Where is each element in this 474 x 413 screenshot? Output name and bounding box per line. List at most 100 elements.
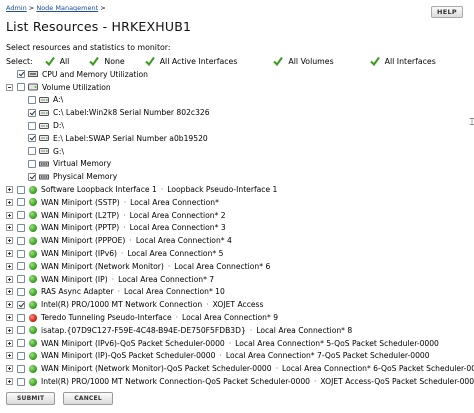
expand-toggle[interactable] [6,186,13,194]
interface-checkbox[interactable] [17,198,25,207]
green-check-icon [44,56,55,66]
green-check-icon [369,56,380,66]
interface-separator: · [249,325,253,335]
interface-checkbox[interactable] [17,351,25,360]
interface-row: WAN Miniport (SSTP) · Local Area Connectio… [6,196,472,209]
interface-row: WAN Miniport (IPv6) · Local Area Connectio… [6,247,472,260]
status-up-icon [29,339,37,348]
breadcrumb-admin-link[interactable]: Admin [6,4,27,12]
select-option-label: All Active Interfaces [159,56,238,66]
interface-detail: Local Area Connection* 8 [256,325,353,335]
expand-toggle[interactable] [6,314,13,322]
interface-detail: Local Area Connection* 7 [118,274,215,284]
collapse-toggle[interactable] [6,83,13,91]
cpu-checkbox[interactable] [17,70,25,79]
interface-separator: · [160,185,164,195]
expand-toggle[interactable] [6,224,13,232]
volume-item-checkbox[interactable] [28,95,36,104]
expand-toggle[interactable] [6,250,13,258]
memory-icon [39,161,49,167]
interface-detail: Local Area Connection* 6-QoS Packet Sche… [282,364,474,374]
interface-detail: Local Area Connection* 9 [182,313,279,323]
tree-row-cpu: CPU and Memory Utilization [6,68,472,81]
volume-item-checkbox[interactable] [28,172,36,181]
interface-checkbox[interactable] [17,313,25,322]
interface-detail: Local Area Connection* 7-QoS Packet Sche… [225,351,430,361]
interface-name: WAN Miniport (IPv6)-QoS Packet Scheduler… [41,338,225,348]
volume-item-label: G:\ [53,146,65,156]
expand-toggle[interactable] [6,339,13,347]
form-buttons: SUBMIT CANCEL [6,392,121,405]
select-all-interfaces-link[interactable]: All Interfaces [369,56,436,66]
interface-detail: Local Area Connection* 2 [129,210,226,220]
select-all-active-interfaces-link[interactable]: All Active Interfaces [144,56,238,66]
expand-toggle[interactable] [6,365,13,373]
interface-row: Software Loopback Interface 1 · Loopback P… [6,183,472,196]
interface-name: WAN Miniport (PPPOE) [41,236,126,246]
volume-item-checkbox[interactable] [28,121,36,130]
interface-row: WAN Miniport (IPv6)-QoS Packet Scheduler… [6,337,472,350]
interface-checkbox[interactable] [17,275,25,284]
interface-row: Teredo Tunneling Pseudo-Interface · Local … [6,311,472,324]
volume-item-label: E:\ Label:SWAP Serial Number a0b19520 [53,133,208,143]
submit-button[interactable]: SUBMIT [6,392,56,405]
cancel-button[interactable]: CANCEL [63,392,113,405]
expand-toggle[interactable] [6,211,13,219]
volume-row: A:\ [6,94,472,107]
expand-toggle[interactable] [6,262,13,270]
interface-separator: · [313,377,317,387]
breadcrumb-node-management-link[interactable]: Node Management [36,4,98,12]
volume-item-label: Virtual Memory [53,159,112,169]
breadcrumb-separator: > [28,4,35,12]
expand-toggle[interactable] [6,378,13,386]
drive-icon [39,135,49,142]
expand-toggle[interactable] [6,275,13,283]
interface-detail: Local Area Connection* 4 [135,236,232,246]
interface-checkbox[interactable] [17,211,25,220]
volume-checkbox[interactable] [17,83,25,92]
status-up-icon [29,249,37,258]
interface-checkbox[interactable] [17,262,25,271]
interface-checkbox[interactable] [17,236,25,245]
volume-row: Virtual Memory [6,158,472,171]
volume-item-checkbox[interactable] [28,134,36,143]
interface-checkbox[interactable] [17,339,25,348]
resource-tree: CPU and Memory Utilization Volume Utiliz… [6,68,474,388]
interface-checkbox[interactable] [17,326,25,335]
expand-toggle[interactable] [6,198,13,206]
expand-toggle[interactable] [6,352,13,360]
tree-row-volume: Volume Utilization [6,81,472,94]
select-label: Select: [6,56,33,66]
volume-row: G:\ [6,145,472,158]
interface-detail: Local Area Connection* 5 [127,249,224,259]
expand-toggle[interactable] [6,326,13,334]
interface-checkbox[interactable] [17,249,25,258]
interface-checkbox[interactable] [17,185,25,194]
interface-checkbox[interactable] [17,287,25,296]
select-all-volumes-link[interactable]: All Volumes [273,56,334,66]
select-none-link[interactable]: None [89,56,125,66]
interface-detail: Loopback Pseudo-Interface 1 [167,185,278,195]
interface-checkbox[interactable] [17,223,25,232]
interface-checkbox[interactable] [17,300,25,309]
interface-separator: · [123,197,127,207]
interface-name: WAN Miniport (L2TP) [41,210,120,220]
green-check-icon [89,56,100,66]
status-up-icon [29,275,37,284]
volume-label: Volume Utilization [42,82,111,92]
volume-item-checkbox[interactable] [28,108,36,117]
status-up-icon [29,223,37,232]
expand-toggle[interactable] [6,288,13,296]
status-up-icon [29,300,37,309]
help-button[interactable]: HELP [431,6,463,18]
select-all-link[interactable]: All [44,56,69,66]
interface-name: isatap.{07D9C127-F59E-4C48-B94E-DE750F5F… [41,325,246,335]
volume-item-checkbox[interactable] [28,147,36,156]
interface-checkbox[interactable] [17,364,25,373]
expand-toggle[interactable] [6,237,13,245]
interface-checkbox[interactable] [17,377,25,386]
status-up-icon [29,377,37,386]
volume-item-checkbox[interactable] [28,159,36,168]
interface-row: Intel(R) PRO/1000 MT Network Connection-… [6,375,474,388]
expand-toggle[interactable] [6,301,13,309]
